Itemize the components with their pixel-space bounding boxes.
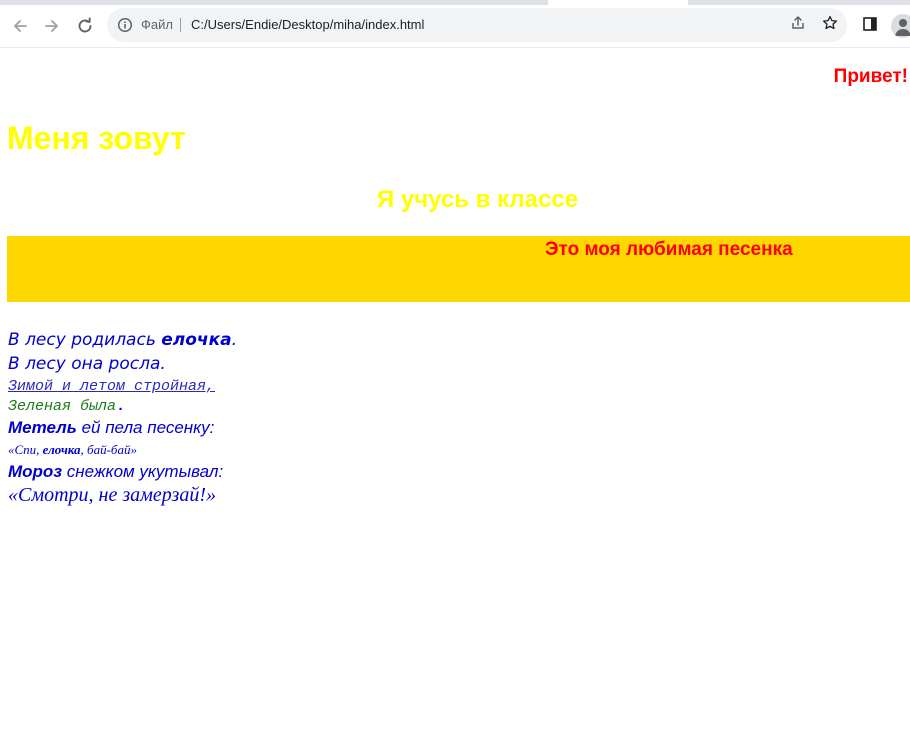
song-title: Это моя любимая песенка bbox=[545, 239, 793, 260]
poem-bold-word: елочка bbox=[161, 330, 232, 350]
url-text[interactable]: C:/Users/Endie/Desktop/miha/index.html bbox=[191, 17, 424, 33]
poem-line-7: Мороз снежком укутывал: bbox=[8, 462, 223, 482]
poem-text: Зеленая была bbox=[8, 398, 117, 415]
bookmark-button[interactable] bbox=[819, 15, 841, 35]
share-button[interactable] bbox=[787, 15, 809, 35]
reload-button[interactable] bbox=[72, 13, 98, 39]
poem-bold-word: елочка bbox=[42, 442, 81, 457]
class-heading: Я учусь в классе bbox=[376, 186, 579, 213]
poem-line-2: В лесу она росла. bbox=[8, 354, 166, 374]
profile-button[interactable] bbox=[891, 14, 910, 38]
omnibox-divider bbox=[180, 18, 181, 32]
side-panel-button[interactable] bbox=[860, 16, 880, 36]
poem-text: снежком укутывал: bbox=[62, 462, 224, 481]
page-content: Привет! Меня зовут Я учусь в классе Это … bbox=[0, 48, 910, 750]
poem-text: Зимой и летом стройная, bbox=[8, 378, 216, 395]
song-banner: Это моя любимая песенка bbox=[7, 236, 910, 302]
poem-line-1: В лесу родилась елочка. bbox=[8, 330, 237, 350]
arrow-left-icon bbox=[11, 17, 29, 35]
poem-text: «Спи, bbox=[8, 442, 43, 457]
poem-text: . bbox=[116, 398, 126, 415]
poem-line-4: Зеленая была. bbox=[8, 398, 125, 415]
poem-bold-word: Метель bbox=[8, 418, 77, 437]
poem-text: , бай-бай» bbox=[80, 442, 137, 457]
back-button[interactable] bbox=[7, 13, 33, 39]
forward-button[interactable] bbox=[39, 13, 65, 39]
browser-toolbar: Файл C:/Users/Endie/Desktop/miha/index.h… bbox=[0, 5, 910, 48]
reload-icon bbox=[76, 17, 94, 35]
poem-line-6: «Спи, елочка, бай-бай» bbox=[8, 442, 137, 458]
poem-text: В лесу родилась bbox=[8, 330, 162, 350]
side-panel-icon bbox=[862, 16, 878, 37]
poem-line-3: Зимой и летом стройная, bbox=[8, 378, 215, 395]
poem-text: . bbox=[231, 330, 237, 350]
name-heading: Меня зовут bbox=[7, 120, 186, 156]
poem-line-8: «Смотри, не замерзай!» bbox=[8, 484, 216, 506]
address-bar[interactable]: Файл C:/Users/Endie/Desktop/miha/index.h… bbox=[107, 8, 847, 42]
star-icon bbox=[822, 15, 838, 36]
file-scheme-label: Файл bbox=[141, 17, 173, 32]
poem-bold-word: Мороз bbox=[8, 462, 62, 481]
info-icon[interactable] bbox=[117, 17, 133, 33]
poem-text: ей пела песенку: bbox=[76, 418, 215, 437]
greeting-text: Привет! bbox=[833, 66, 908, 87]
profile-icon bbox=[891, 19, 910, 38]
poem-line-5: Метель ей пела песенку: bbox=[8, 418, 214, 438]
arrow-right-icon bbox=[43, 17, 61, 35]
share-icon bbox=[790, 15, 806, 36]
